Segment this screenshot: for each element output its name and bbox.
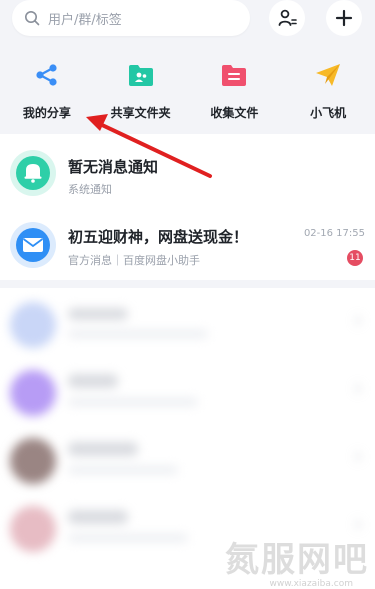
avatar bbox=[10, 370, 56, 416]
shared-folder-icon bbox=[126, 60, 156, 90]
message-list: 暂无消息通知 系统通知 初五迎财神，网盘送现金！ 官方消息｜百度网盘小助手 02… bbox=[0, 134, 375, 589]
collect-folder-icon bbox=[219, 60, 249, 90]
share-icon bbox=[32, 60, 62, 90]
blurred-subtitle bbox=[68, 466, 178, 474]
mail-icon bbox=[16, 228, 50, 262]
blurred-count: 3 bbox=[354, 384, 361, 395]
shortcut-row: 我的分享 共享文件夹 收集文件 小飞机 bbox=[0, 52, 375, 130]
shortcut-label: 收集文件 bbox=[210, 106, 259, 120]
watermark: 氮服网吧 bbox=[225, 540, 369, 580]
watermark-url: www.xiazaiba.com bbox=[269, 579, 353, 589]
blurred-subtitle bbox=[68, 534, 188, 542]
list-item[interactable]: 3 bbox=[0, 292, 375, 362]
list-item-system-notice[interactable]: 暂无消息通知 系统通知 bbox=[0, 138, 375, 212]
message-subtitle: 官方消息｜百度网盘小助手 bbox=[68, 254, 200, 267]
shortcut-shared-folder[interactable]: 共享文件夹 bbox=[101, 52, 181, 130]
avatar bbox=[10, 302, 56, 348]
message-time: 02-16 17:55 bbox=[303, 228, 365, 239]
blurred-title bbox=[68, 308, 128, 320]
search-input[interactable]: 用户/群/标签 bbox=[12, 0, 250, 36]
top-bar: 用户/群/标签 bbox=[0, 0, 375, 40]
shortcut-label: 小飞机 bbox=[310, 106, 347, 120]
avatar bbox=[10, 438, 56, 484]
shortcut-paper-plane[interactable]: 小飞机 bbox=[288, 52, 368, 130]
blurred-title bbox=[68, 442, 138, 456]
blurred-count: 3 bbox=[354, 316, 361, 327]
blurred-subtitle bbox=[68, 330, 208, 338]
blurred-title bbox=[68, 374, 118, 388]
list-item[interactable]: 3 bbox=[0, 428, 375, 498]
search-placeholder: 用户/群/标签 bbox=[48, 12, 122, 28]
add-button[interactable] bbox=[326, 0, 362, 36]
blurred-count: 3 bbox=[354, 452, 361, 463]
list-item[interactable]: 3 bbox=[0, 360, 375, 430]
avatar bbox=[10, 222, 56, 268]
shortcut-collect-files[interactable]: 收集文件 bbox=[194, 52, 274, 130]
message-title: 暂无消息通知 bbox=[68, 158, 159, 176]
shortcut-label: 共享文件夹 bbox=[110, 106, 171, 120]
contacts-button[interactable] bbox=[269, 0, 305, 36]
paper-plane-icon bbox=[313, 60, 343, 90]
blurred-title bbox=[68, 510, 128, 524]
shortcut-label: 我的分享 bbox=[22, 106, 71, 120]
search-icon bbox=[25, 11, 40, 26]
blurred-count: 3 bbox=[354, 520, 361, 531]
shortcut-my-share[interactable]: 我的分享 bbox=[7, 52, 87, 130]
avatar bbox=[10, 506, 56, 552]
blurred-subtitle bbox=[68, 398, 198, 406]
message-subtitle: 系统通知 bbox=[68, 183, 112, 196]
person-list-icon bbox=[278, 9, 297, 26]
avatar bbox=[10, 150, 56, 196]
plus-icon bbox=[335, 9, 353, 27]
bell-icon bbox=[16, 156, 50, 190]
message-title: 初五迎财神，网盘送现金！ bbox=[68, 228, 249, 246]
list-item-official[interactable]: 初五迎财神，网盘送现金！ 官方消息｜百度网盘小助手 02-16 17:55 11 bbox=[0, 212, 375, 286]
unread-badge: 11 bbox=[347, 250, 363, 266]
divider bbox=[0, 280, 375, 288]
